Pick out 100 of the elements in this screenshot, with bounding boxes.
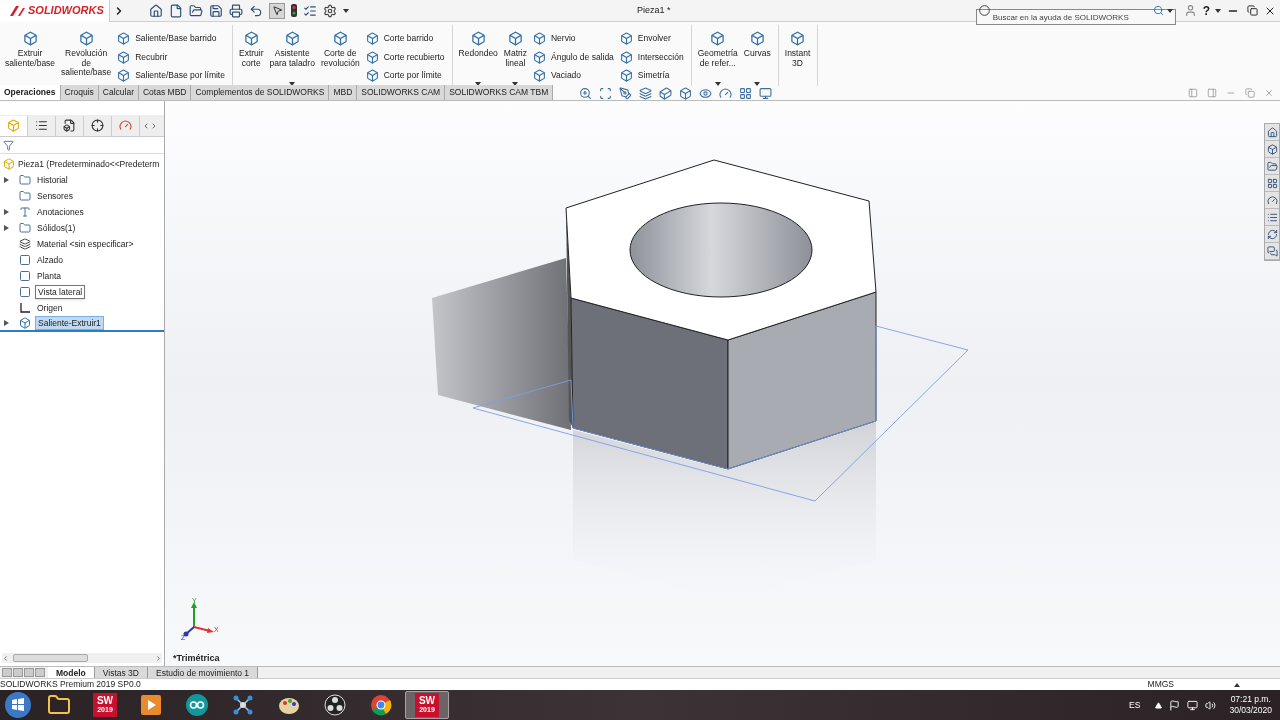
ribbon-command[interactable]: Geometría de refer...: [694, 25, 741, 89]
tree-item[interactable]: Alzado: [35, 253, 65, 267]
ribbon-command[interactable]: Nervio: [533, 32, 614, 45]
expand-icon[interactable]: [4, 225, 9, 231]
tree-item[interactable]: Anotaciones: [35, 205, 86, 219]
tray-expand-icon[interactable]: [1155, 701, 1163, 709]
search-field[interactable]: Buscar en la ayuda de SOLIDWORKS: [975, 9, 1176, 25]
tree-item[interactable]: Vista lateral: [35, 284, 86, 300]
command-tab[interactable]: Complementos de SOLIDWORKS: [191, 85, 330, 100]
options-list-icon[interactable]: [303, 3, 317, 18]
settings-icon[interactable]: [323, 3, 337, 18]
cube-icon: [619, 32, 633, 45]
caret-icon[interactable]: [1215, 8, 1221, 13]
tree-item[interactable]: Origen: [35, 301, 65, 315]
appearance-icon: [119, 119, 132, 132]
zoom-icon[interactable]: [579, 86, 593, 100]
expand-icon[interactable]: [4, 177, 9, 183]
command-tab[interactable]: Croquis: [60, 85, 99, 100]
grid-icon[interactable]: [739, 86, 753, 100]
command-tab[interactable]: SOLIDWORKS CAM TBM: [445, 85, 554, 100]
ribbon-command[interactable]: Ángulo de salida: [533, 50, 614, 64]
ribbon-command[interactable]: Corte por límite: [365, 69, 445, 82]
tree-item[interactable]: Planta: [35, 269, 64, 283]
cube-icon[interactable]: [659, 86, 673, 100]
gauge-icon[interactable]: [719, 86, 733, 100]
command-tab[interactable]: Operaciones: [0, 85, 61, 100]
ribbon-command[interactable]: Corte recubierto: [365, 50, 445, 64]
network-icon[interactable]: [1187, 699, 1199, 711]
language-indicator[interactable]: ES: [1129, 698, 1141, 712]
volume-icon[interactable]: [1205, 699, 1217, 711]
ribbon-command[interactable]: Saliente/Base por límite: [117, 69, 225, 82]
tree-root[interactable]: Pieza1 (Predeterminado<<Predeterm: [18, 157, 160, 171]
cube-icon: [749, 31, 765, 46]
ribbon-command[interactable]: Vaciado: [533, 69, 614, 82]
command-tab[interactable]: Cotas MBD: [139, 85, 192, 100]
ribbon-command[interactable]: Envolver: [619, 32, 684, 45]
home-icon[interactable]: [1266, 126, 1278, 138]
tree-item[interactable]: Saliente-Extruir1: [35, 315, 104, 331]
start-button[interactable]: [4, 691, 32, 719]
ribbon-command[interactable]: Recubrir: [117, 50, 225, 64]
restore-icon[interactable]: [1247, 5, 1258, 16]
caret-icon[interactable]: [343, 8, 349, 13]
folder-icon[interactable]: [1266, 160, 1278, 172]
pen-icon[interactable]: [619, 86, 633, 100]
ribbon-command[interactable]: Instant 3D: [781, 25, 814, 89]
scrollbar-thumb[interactable]: [13, 654, 88, 662]
printer-icon[interactable]: [229, 3, 243, 18]
tree-item[interactable]: Historial: [35, 173, 70, 187]
caret-icon[interactable]: [1234, 682, 1240, 687]
cube-icon: [365, 69, 379, 82]
layers-icon[interactable]: [639, 86, 653, 100]
box-icon[interactable]: [679, 86, 693, 100]
refresh-icon[interactable]: [1266, 228, 1278, 240]
ribbon-command[interactable]: Curvas: [740, 25, 774, 89]
scroll-right-icon[interactable]: [155, 654, 162, 662]
hex-nut-drawing[interactable]: [565, 159, 877, 470]
flag-icon[interactable]: [1169, 699, 1181, 711]
scroll-left-icon[interactable]: [2, 654, 9, 662]
tree-item[interactable]: Material <sin especificar>: [35, 237, 136, 251]
chat-icon[interactable]: [1266, 245, 1278, 257]
caret-icon[interactable]: [1166, 8, 1173, 13]
command-tab[interactable]: SOLIDWORKS CAM: [357, 85, 446, 100]
save-icon[interactable]: [209, 3, 223, 18]
tree-item[interactable]: Sólidos(1): [35, 221, 78, 235]
gauge-icon[interactable]: [1266, 194, 1278, 206]
cube-icon: [78, 31, 94, 46]
list-icon[interactable]: [1266, 211, 1278, 223]
units-label[interactable]: MMGS: [1147, 678, 1174, 691]
command-tab[interactable]: MBD: [329, 85, 358, 100]
command-tab[interactable]: Calcular: [98, 85, 139, 100]
material-icon: [19, 238, 31, 250]
clock[interactable]: 07:21 p.m. 30/03/2020: [1229, 694, 1272, 716]
open-folder-icon[interactable]: [189, 3, 203, 18]
traffic-light-icon[interactable]: [291, 4, 297, 17]
tree-item[interactable]: Sensores: [35, 189, 75, 203]
select-button[interactable]: [269, 2, 285, 19]
grid-icon[interactable]: [1266, 177, 1278, 189]
expand-icon[interactable]: [4, 320, 9, 326]
pointer-icon: [271, 5, 283, 16]
ribbon-command[interactable]: Corte barrido: [365, 32, 445, 45]
scroll-left-icon[interactable]: [142, 121, 150, 130]
filter-icon[interactable]: [3, 139, 14, 151]
home-icon[interactable]: [149, 3, 163, 18]
ribbon-command[interactable]: Simetría: [619, 69, 684, 82]
cube-icon: [533, 50, 546, 64]
scroll-right-icon[interactable]: [150, 121, 158, 130]
ribbon-command[interactable]: Intersección: [619, 50, 684, 64]
expand-icon[interactable]: [4, 209, 9, 215]
help-button[interactable]: ?: [1202, 1, 1210, 20]
ribbon-command[interactable]: Saliente/Base barrido: [117, 32, 225, 45]
new-file-icon[interactable]: [169, 3, 183, 18]
monitor-icon[interactable]: [759, 86, 773, 100]
cube-icon[interactable]: [1266, 143, 1278, 155]
user-icon[interactable]: [1183, 4, 1197, 17]
undo-icon[interactable]: [249, 3, 263, 18]
eye-icon[interactable]: [699, 86, 713, 100]
app-logo: SOLIDWORKS: [0, 0, 110, 22]
window-title: Pieza1 *: [637, 3, 671, 17]
frame-icon[interactable]: [599, 86, 613, 100]
search-icon[interactable]: [1152, 5, 1164, 16]
